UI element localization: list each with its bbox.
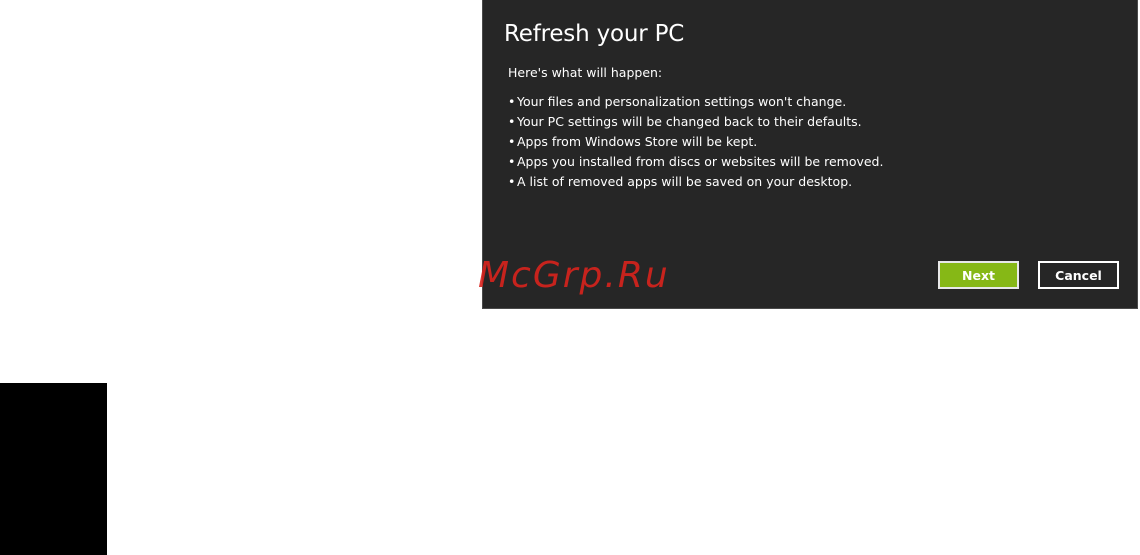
changes-list: Your files and personalization settings …	[508, 92, 883, 192]
list-item: Your PC settings will be changed back to…	[508, 112, 883, 132]
black-side-tab	[0, 383, 107, 555]
watermark-text: McGrp.Ru	[478, 255, 670, 296]
list-item: Your files and personalization settings …	[508, 92, 883, 112]
next-button[interactable]: Next	[938, 261, 1019, 289]
list-item: Apps you installed from discs or website…	[508, 152, 883, 172]
dialog-title: Refresh your PC	[504, 21, 685, 47]
page: Refresh your PC Here's what will happen:…	[0, 0, 1140, 555]
list-item: A list of removed apps will be saved on …	[508, 172, 883, 192]
list-item: Apps from Windows Store will be kept.	[508, 132, 883, 152]
dialog-intro: Here's what will happen:	[508, 65, 663, 80]
cancel-button[interactable]: Cancel	[1038, 261, 1119, 289]
